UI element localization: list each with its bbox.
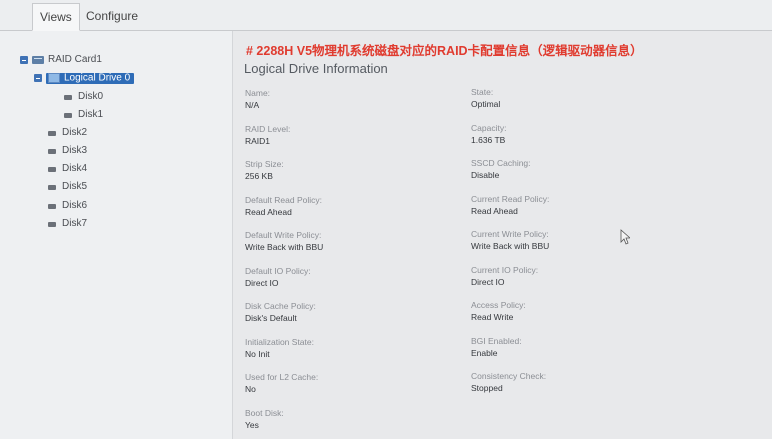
raid-card-icon xyxy=(32,56,44,64)
disk-icon xyxy=(48,130,56,136)
field-strip-size: Strip Size: 256 KB xyxy=(245,159,284,182)
field-value: No xyxy=(245,384,256,394)
field-value: Optimal xyxy=(471,99,501,109)
tab-configure[interactable]: Configure xyxy=(79,3,145,29)
disk-icon xyxy=(48,203,56,209)
annotation-text: # 2288H V5物理机系统磁盘对应的RAID卡配置信息（逻辑驱动器信息） xyxy=(246,44,643,58)
field-raid-level: RAID Level: RAID1 xyxy=(245,124,290,147)
disk-icon xyxy=(48,184,56,190)
field-label: Strip Size: xyxy=(245,159,284,169)
tree-item-disk7[interactable]: Disk7 xyxy=(48,215,87,233)
disk-icon xyxy=(64,112,72,118)
tree-item-disk0[interactable]: Disk0 xyxy=(64,88,103,106)
tree-item-disk6[interactable]: Disk6 xyxy=(48,197,87,215)
field-label: Capacity: xyxy=(471,123,507,133)
tree-item-label: Disk4 xyxy=(62,163,88,174)
disk-icon xyxy=(48,221,56,227)
disk-icon xyxy=(48,166,56,172)
tree-item-label: Disk7 xyxy=(62,218,88,229)
field-current-io-policy: Current IO Policy: Direct IO xyxy=(471,265,538,288)
field-label: Boot Disk: xyxy=(245,408,284,418)
field-value: N/A xyxy=(245,100,260,110)
field-value: Read Ahead xyxy=(471,206,518,216)
field-name: Name: N/A xyxy=(245,88,270,111)
field-value: Write Back with BBU xyxy=(245,242,324,252)
field-value: Stopped xyxy=(471,383,503,393)
tree-item-disk1[interactable]: Disk1 xyxy=(64,106,103,124)
tree-item-label: Disk5 xyxy=(62,181,88,192)
field-value: No Init xyxy=(245,349,270,359)
tree-item-logical-drive-0[interactable]: Logical Drive 0 xyxy=(34,69,135,87)
field-label: Current Write Policy: xyxy=(471,229,549,239)
field-default-read-policy: Default Read Policy: Read Ahead xyxy=(245,195,322,218)
field-label: Name: xyxy=(245,88,271,98)
field-label: State: xyxy=(471,87,494,97)
tab-views[interactable]: Views xyxy=(32,3,80,31)
field-default-write-policy: Default Write Policy: Write Back with BB… xyxy=(245,230,323,253)
field-value: Disk's Default xyxy=(245,313,297,323)
logical-drive-icon xyxy=(48,73,60,83)
field-label: Default Read Policy: xyxy=(245,195,323,205)
field-label: Used for L2 Cache: xyxy=(245,372,319,382)
field-value: Yes xyxy=(245,420,259,430)
tree-item-disk3[interactable]: Disk3 xyxy=(48,142,87,160)
field-label: Initialization State: xyxy=(245,337,314,347)
field-label: BGI Enabled: xyxy=(471,336,522,346)
field-value: Disable xyxy=(471,170,500,180)
field-disk-cache-policy: Disk Cache Policy: Disk's Default xyxy=(245,301,316,324)
field-label: SSCD Caching: xyxy=(471,158,531,168)
tab-bar: Views Configure xyxy=(0,0,772,31)
field-value: RAID1 xyxy=(245,136,271,146)
tree-item-label: Disk6 xyxy=(62,200,88,211)
field-value: Read Write xyxy=(471,312,514,322)
field-label: Default Write Policy: xyxy=(245,230,322,240)
field-sscd-caching: SSCD Caching: Disable xyxy=(471,158,531,181)
field-boot-disk: Boot Disk: Yes xyxy=(245,408,284,431)
field-label: Current IO Policy: xyxy=(471,265,539,275)
field-current-write-policy: Current Write Policy: Write Back with BB… xyxy=(471,229,549,252)
tree-item-disk5[interactable]: Disk5 xyxy=(48,178,87,196)
tree-item-raid-card[interactable]: RAID Card1 xyxy=(20,51,102,69)
field-value: Direct IO xyxy=(245,278,279,288)
tree-item-label: Disk2 xyxy=(62,127,88,138)
field-value: Enable xyxy=(471,348,498,358)
collapse-toggle-icon[interactable] xyxy=(34,74,42,82)
tree-item-label: RAID Card1 xyxy=(48,54,102,65)
disk-icon xyxy=(48,148,56,154)
device-tree: RAID Card1 Logical Drive 0 Disk0 Disk1 D… xyxy=(0,31,233,439)
field-value: Write Back with BBU xyxy=(471,241,550,251)
tree-item-label: Disk0 xyxy=(78,91,104,102)
disk-icon xyxy=(64,94,72,100)
section-title: Logical Drive Information xyxy=(244,61,388,76)
field-label: Consistency Check: xyxy=(471,371,547,381)
field-capacity: Capacity: 1.636 TB xyxy=(471,123,506,146)
tree-item-disk4[interactable]: Disk4 xyxy=(48,160,87,178)
tree-item-label: Disk1 xyxy=(78,109,104,120)
field-label: Current Read Policy: xyxy=(471,194,550,204)
field-bgi-enabled: BGI Enabled: Enable xyxy=(471,336,522,359)
field-consistency-check: Consistency Check: Stopped xyxy=(471,371,546,394)
field-value: Direct IO xyxy=(471,277,505,287)
field-value: Read Ahead xyxy=(245,207,292,217)
field-current-read-policy: Current Read Policy: Read Ahead xyxy=(471,194,549,217)
field-state: State: Optimal xyxy=(471,87,500,110)
collapse-toggle-icon[interactable] xyxy=(20,56,28,64)
field-label: RAID Level: xyxy=(245,124,291,134)
field-used-for-l2-cache: Used for L2 Cache: No xyxy=(245,372,318,395)
field-default-io-policy: Default IO Policy: Direct IO xyxy=(245,266,311,289)
field-initialization-state: Initialization State: No Init xyxy=(245,337,314,360)
tree-item-label: Disk3 xyxy=(62,145,88,156)
field-value: 1.636 TB xyxy=(471,135,506,145)
field-access-policy: Access Policy: Read Write xyxy=(471,300,526,323)
field-label: Default IO Policy: xyxy=(245,266,311,276)
tree-item-disk2[interactable]: Disk2 xyxy=(48,124,87,142)
mouse-pointer-icon xyxy=(620,229,630,245)
field-value: 256 KB xyxy=(245,171,273,181)
field-label: Disk Cache Policy: xyxy=(245,301,316,311)
field-label: Access Policy: xyxy=(471,300,526,310)
tree-item-label: Logical Drive 0 xyxy=(64,72,131,83)
